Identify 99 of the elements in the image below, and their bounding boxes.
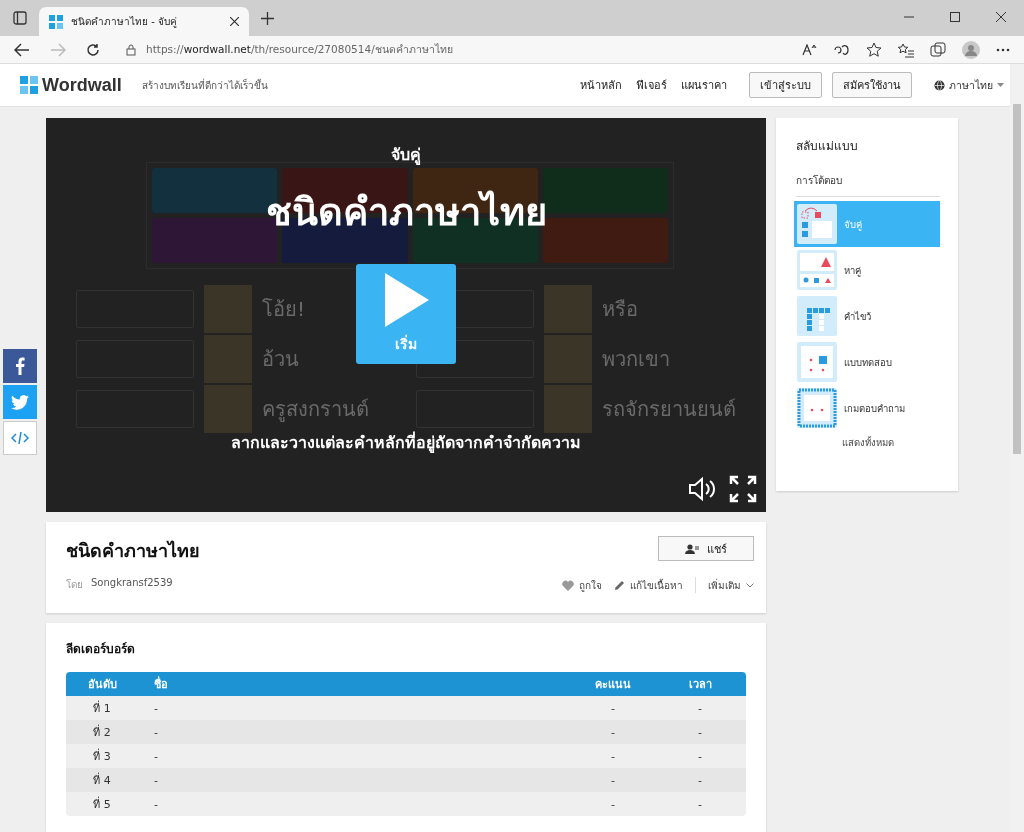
game-title: ชนิดคำภาษาไทย xyxy=(265,189,547,236)
table-cell: - xyxy=(138,744,572,768)
wordwall-logo[interactable]: Wordwall xyxy=(42,74,122,96)
template-name: จับคู่ xyxy=(391,144,421,167)
keyword-text: อ้วน xyxy=(262,346,299,373)
photo-placeholder xyxy=(204,385,252,433)
tab-actions-icon[interactable] xyxy=(13,11,27,25)
reload-icon[interactable] xyxy=(86,42,100,57)
table-cell: ที่ 2 xyxy=(66,720,138,744)
crossword-thumbnail-icon xyxy=(797,296,837,336)
lock-icon xyxy=(126,43,136,56)
column-header: เวลา xyxy=(654,672,746,696)
template-item[interactable]: เกมตอบคำถาม xyxy=(794,385,940,431)
fullscreen-icon[interactable] xyxy=(729,475,757,504)
wordwall-logo-icon xyxy=(49,14,63,29)
activity-title: ชนิดคำภาษาไทย xyxy=(66,539,200,564)
table-cell: - xyxy=(572,696,654,720)
table-cell: ที่ 1 xyxy=(66,696,138,720)
more-menu-icon[interactable] xyxy=(996,47,1010,52)
favorites-list-icon[interactable] xyxy=(898,41,914,58)
table-cell: - xyxy=(138,792,572,816)
favorite-star-icon[interactable] xyxy=(866,41,882,58)
code-icon xyxy=(11,431,29,445)
keyword-text: โอ้ย! xyxy=(262,296,306,323)
facebook-icon xyxy=(15,357,25,375)
column-header: อันดับ xyxy=(66,672,138,696)
login-button[interactable]: เข้าสู่ระบบ xyxy=(749,72,822,98)
like-link[interactable]: ถูกใจ xyxy=(562,577,602,593)
new-tab-icon[interactable] xyxy=(261,11,274,25)
chevron-down-icon xyxy=(746,582,754,588)
photo-placeholder xyxy=(204,335,252,383)
globe-icon xyxy=(934,79,945,91)
table-cell: - xyxy=(572,768,654,792)
photo-placeholder xyxy=(544,385,592,433)
share-button[interactable]: แชร์ xyxy=(658,536,754,562)
template-item[interactable]: แบบทดสอบ xyxy=(794,339,940,385)
column-header: คะแนน xyxy=(572,672,654,696)
wordwall-logo-icon[interactable] xyxy=(20,76,38,94)
author-label: โดย xyxy=(66,578,83,593)
translate-icon[interactable] xyxy=(834,43,850,56)
table-cell: - xyxy=(138,768,572,792)
section-label: การโต้ตอบ xyxy=(796,173,940,197)
quiz-thumbnail-icon xyxy=(797,342,837,382)
back-icon[interactable] xyxy=(14,42,30,57)
template-item[interactable]: คำไขว้ xyxy=(794,293,940,339)
more-dropdown[interactable]: เพิ่มเติม xyxy=(708,577,754,593)
match-thumbnail-icon xyxy=(797,204,837,244)
nav-link[interactable]: ฟีเจอร์ xyxy=(636,76,667,94)
profile-avatar-icon[interactable] xyxy=(962,40,980,59)
pencil-icon xyxy=(614,579,625,591)
table-cell: - xyxy=(654,792,746,816)
keyword-text: หรือ xyxy=(602,296,638,323)
user-icon xyxy=(685,543,699,554)
leaderboard-title: ลีดเดอร์บอร์ด xyxy=(66,641,136,658)
maximize-icon[interactable] xyxy=(950,12,960,22)
nav-link[interactable]: แผนราคา xyxy=(681,76,727,94)
photo-placeholder xyxy=(544,285,592,333)
bird-icon xyxy=(11,394,29,410)
embed-code-button[interactable] xyxy=(3,421,37,455)
collections-icon[interactable] xyxy=(930,41,946,58)
language-selector[interactable]: ภาษาไทย xyxy=(934,76,1004,94)
table-cell: ที่ 5 xyxy=(66,792,138,816)
caret-icon xyxy=(997,83,1004,87)
pairs-thumbnail-icon xyxy=(797,250,837,290)
close-tab-icon[interactable] xyxy=(230,17,239,26)
nav-link[interactable]: หน้าหลัก xyxy=(580,76,622,94)
facebook-share-button[interactable] xyxy=(3,349,37,383)
keyword-text: พวกเขา xyxy=(602,346,670,373)
browser-tab[interactable]: ชนิดคำภาษาไทย - จับคู่ xyxy=(39,7,249,36)
heart-icon xyxy=(562,579,574,591)
table-cell: - xyxy=(138,720,572,744)
keyword-text: ครูสงกรานต์ xyxy=(262,396,369,424)
table-cell: - xyxy=(654,696,746,720)
read-aloud-icon[interactable] xyxy=(802,43,818,56)
keyword-text: รถจักรยานยนต์ xyxy=(602,396,736,423)
game-instruction: ลากและวางแต่ละคำหลักที่อยู่ถัดจากคำจำกัดความ xyxy=(231,430,581,455)
table-cell: - xyxy=(654,768,746,792)
table-cell: - xyxy=(654,720,746,744)
template-item[interactable]: หาคู่ xyxy=(794,247,940,293)
show-all-link[interactable]: แสดงทั้งหมด xyxy=(796,435,940,450)
close-icon[interactable] xyxy=(996,12,1006,22)
volume-icon[interactable] xyxy=(688,476,718,503)
table-cell: - xyxy=(572,744,654,768)
author-link[interactable]: Songkransf2539 xyxy=(91,577,173,593)
table-cell: - xyxy=(654,744,746,768)
edit-content-link[interactable]: แก้ไขเนื้อหา xyxy=(614,577,683,593)
signup-button[interactable]: สมัครใช้งาน xyxy=(832,72,912,98)
twitter-share-button[interactable] xyxy=(3,385,37,419)
photo-placeholder xyxy=(204,285,252,333)
table-cell: - xyxy=(572,792,654,816)
photo-placeholder xyxy=(544,335,592,383)
column-header: ชื่อ xyxy=(138,672,572,696)
site-tagline: สร้างบทเรียนที่ดีกว่าได้เร็วขึ้น xyxy=(141,77,269,93)
table-cell: - xyxy=(138,696,572,720)
table-cell: - xyxy=(572,720,654,744)
gameshow-thumbnail-icon xyxy=(797,388,837,428)
table-cell: ที่ 4 xyxy=(66,768,138,792)
table-cell: ที่ 3 xyxy=(66,744,138,768)
switch-template-title: สลับแม่แบบ xyxy=(796,138,859,155)
